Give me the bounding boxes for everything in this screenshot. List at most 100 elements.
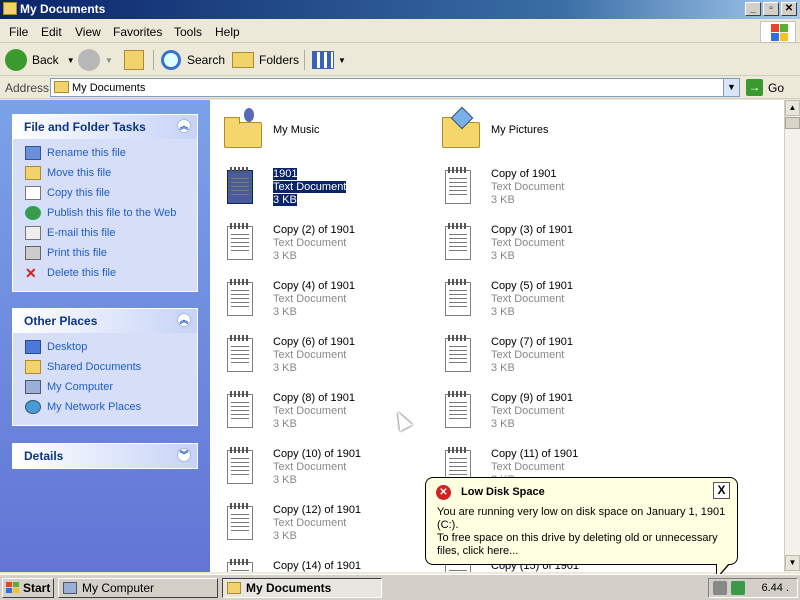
file-tile[interactable]: Copy (14) of 1901Text Document3 KB: [216, 554, 416, 572]
file-size: 3 KB: [273, 194, 297, 206]
search-label: Search: [187, 53, 226, 67]
place-my-computer[interactable]: My Computer: [25, 377, 197, 397]
move-icon: [25, 166, 41, 180]
menu-file[interactable]: File: [9, 25, 28, 39]
chevron-down-icon[interactable]: ▼: [723, 79, 739, 96]
text-document-icon: [440, 388, 476, 430]
file-type: Text Document: [491, 461, 565, 473]
file-tile[interactable]: Copy (6) of 1901 Text Document 3 KB: [216, 330, 416, 376]
folders-button[interactable]: Folders: [232, 48, 299, 72]
go-button[interactable]: → Go: [746, 79, 784, 96]
menu-tools[interactable]: Tools: [174, 25, 202, 39]
file-type: Text Document: [273, 181, 347, 193]
rename-icon: [25, 146, 41, 160]
place-label: My Network Places: [47, 401, 142, 413]
chevron-down-icon[interactable]: ▼: [105, 56, 113, 65]
file-tile[interactable]: Copy (5) of 1901 Text Document 3 KB: [434, 274, 634, 320]
file-name: Copy (8) of 1901: [273, 392, 355, 404]
disk-warning-icon[interactable]: [713, 581, 727, 595]
clock[interactable]: 6.44 .: [761, 582, 789, 594]
low-disk-space-balloon[interactable]: ✕ Low Disk Space X You are running very …: [425, 477, 738, 580]
address-label: Address: [5, 81, 50, 95]
text-document-icon: [440, 220, 476, 262]
start-button[interactable]: Start: [2, 578, 54, 598]
place-desktop[interactable]: Desktop: [25, 337, 197, 357]
balloon-title: Low Disk Space: [461, 486, 545, 498]
task-email[interactable]: E-mail this file: [25, 223, 197, 243]
file-tile[interactable]: Copy (9) of 1901 Text Document 3 KB: [434, 386, 634, 432]
up-folder-icon: [124, 50, 144, 70]
task-rename[interactable]: Rename this file: [25, 143, 197, 163]
details-panel: Details ︾: [12, 443, 198, 469]
task-publish[interactable]: Publish this file to the Web: [25, 203, 197, 223]
task-label: Publish this file to the Web: [47, 207, 177, 219]
file-type: Text Document: [491, 349, 565, 361]
panel-title: Other Places: [24, 314, 98, 328]
printer-icon: [25, 246, 41, 260]
globe-icon: [25, 206, 41, 220]
file-tile[interactable]: Copy (10) of 1901 Text Document 3 KB: [216, 442, 416, 488]
back-button[interactable]: Back ▼: [5, 48, 75, 72]
panel-header[interactable]: Other Places ︽: [13, 309, 197, 333]
close-button[interactable]: ✕: [781, 2, 797, 16]
place-shared-documents[interactable]: Shared Documents: [25, 357, 197, 377]
text-document-icon: [222, 500, 258, 542]
windows-logo-icon: [760, 21, 796, 43]
balloon-line: You are running very low on disk space o…: [437, 506, 726, 531]
views-button[interactable]: ▼: [312, 48, 346, 72]
file-size: 3 KB: [273, 306, 297, 318]
scroll-thumb[interactable]: [785, 117, 800, 129]
up-folder-button[interactable]: [124, 48, 144, 72]
file-tile[interactable]: Copy of 1901 Text Document 3 KB: [434, 162, 634, 208]
chevron-up-icon[interactable]: ︽: [177, 119, 191, 133]
copy-icon: [25, 186, 41, 200]
file-tile[interactable]: Copy (7) of 1901 Text Document 3 KB: [434, 330, 634, 376]
folder-my-music[interactable]: My Music: [216, 106, 416, 152]
balloon-message[interactable]: You are running very low on disk space o…: [437, 506, 729, 558]
scroll-up-icon[interactable]: ▲: [785, 100, 800, 116]
maximize-button[interactable]: ▫: [763, 2, 779, 16]
balloon-close-button[interactable]: X: [713, 482, 730, 499]
file-tile[interactable]: Copy (12) of 1901 Text Document 3 KB: [216, 498, 416, 544]
file-size: 3 KB: [491, 418, 515, 430]
file-tile[interactable]: Copy (3) of 1901 Text Document 3 KB: [434, 218, 634, 264]
file-tile[interactable]: Copy (2) of 1901 Text Document 3 KB: [216, 218, 416, 264]
panel-header[interactable]: File and Folder Tasks ︽: [13, 115, 197, 139]
menu-edit[interactable]: Edit: [41, 25, 62, 39]
menu-help[interactable]: Help: [215, 25, 240, 39]
minimize-button[interactable]: _: [745, 2, 761, 16]
taskbar: Start My Computer My Documents 6.44 .: [0, 574, 800, 600]
file-tile[interactable]: Copy (8) of 1901 Text Document 3 KB: [216, 386, 416, 432]
chevron-down-icon[interactable]: ︾: [177, 448, 191, 462]
folder-my-pictures[interactable]: My Pictures: [434, 106, 634, 152]
file-tile[interactable]: 1901 Text Document 3 KB: [216, 162, 416, 208]
folders-icon: [232, 52, 254, 68]
task-copy[interactable]: Copy this file: [25, 183, 197, 203]
text-document-icon: [222, 556, 258, 572]
music-folder-icon: [222, 108, 262, 150]
vertical-scrollbar[interactable]: ▲ ▼: [784, 100, 800, 572]
panel-header[interactable]: Details ︾: [13, 444, 197, 468]
menu-favorites[interactable]: Favorites: [113, 25, 162, 39]
network-tray-icon[interactable]: [731, 581, 745, 595]
chevron-down-icon[interactable]: ▼: [338, 56, 346, 65]
task-print[interactable]: Print this file: [25, 243, 197, 263]
place-network[interactable]: My Network Places: [25, 397, 197, 417]
file-tile[interactable]: Copy (4) of 1901 Text Document 3 KB: [216, 274, 416, 320]
task-move[interactable]: Move this file: [25, 163, 197, 183]
chevron-down-icon[interactable]: ▼: [67, 56, 75, 65]
taskbar-my-computer[interactable]: My Computer: [58, 578, 218, 598]
address-input[interactable]: My Documents ▼: [50, 78, 740, 97]
taskbar-my-documents[interactable]: My Documents: [222, 578, 382, 598]
taskbar-label: My Documents: [246, 581, 332, 595]
text-document-icon: [222, 332, 258, 374]
computer-icon: [25, 380, 41, 394]
title-bar[interactable]: My Documents _ ▫ ✕: [0, 0, 800, 19]
task-delete[interactable]: ✕ Delete this file: [25, 263, 197, 283]
search-button[interactable]: Search: [161, 48, 225, 72]
back-label: Back: [32, 53, 59, 67]
chevron-up-icon[interactable]: ︽: [177, 313, 191, 327]
forward-button[interactable]: ▼: [78, 48, 113, 72]
menu-view[interactable]: View: [75, 25, 101, 39]
scroll-down-icon[interactable]: ▼: [785, 555, 800, 571]
